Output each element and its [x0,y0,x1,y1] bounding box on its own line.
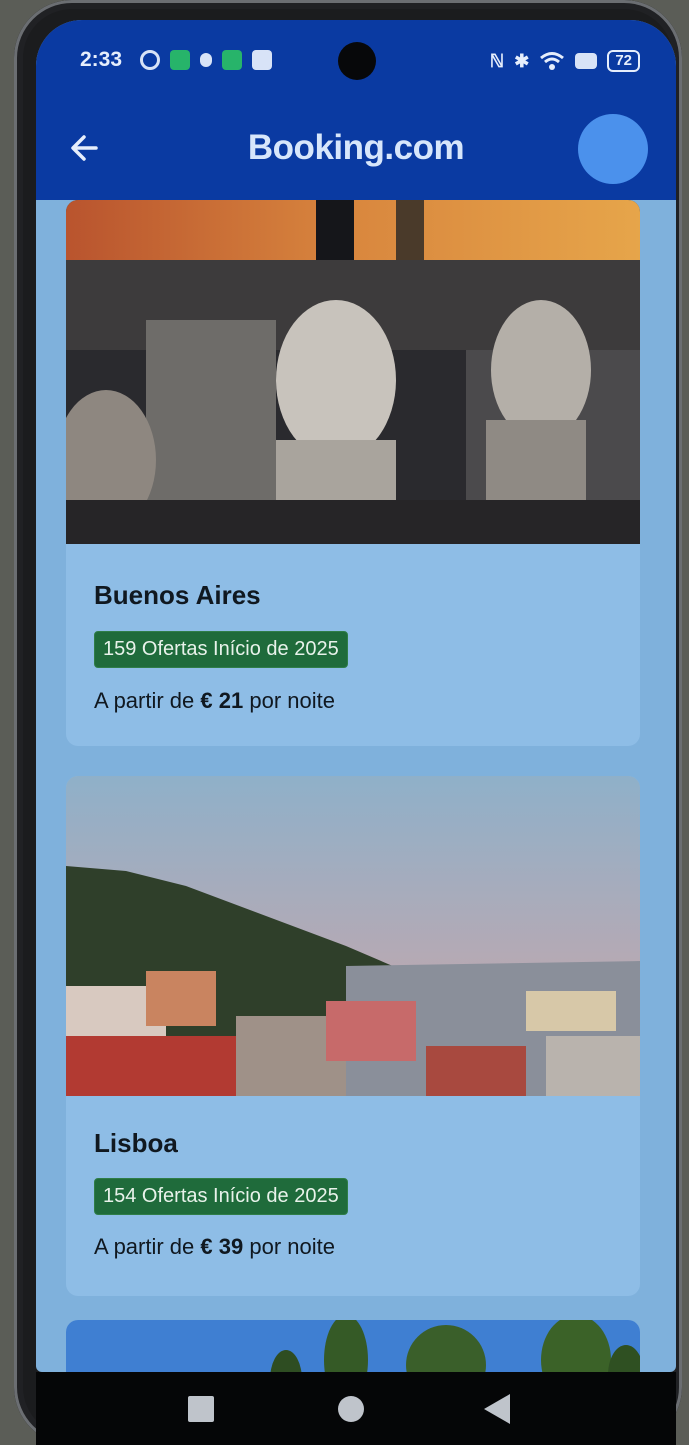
app-bar: Booking.com [36,108,676,200]
nfc-icon: ℕ [489,50,505,71]
avatar[interactable] [578,114,648,184]
app-notification-icon-2 [222,50,242,70]
message-icon [252,50,272,70]
battery-indicator: 72 [607,50,640,72]
bug-icon [200,53,212,67]
destination-photo [66,776,640,1096]
signal-off-icon [575,53,598,69]
screen: 2:33 ℕ ✱ 72 Booking.com Buenos Aires 159… [36,20,676,1372]
app-notification-icon [170,50,190,70]
destination-title: Lisboa [94,1128,178,1158]
price-line: A partir de € 21 por noite [94,688,335,713]
home-icon[interactable] [338,1396,364,1422]
offers-badge: 154 Ofertas Início de 2025 [94,1178,348,1215]
destination-card-lisboa[interactable]: Lisboa 154 Ofertas Início de 2025 A part… [66,776,640,1296]
status-time: 2:33 [80,48,123,71]
price-value: € 39 [200,1234,244,1259]
system-nav-bar [36,1372,676,1445]
settings-status-icon [140,50,160,70]
destination-photo [66,200,640,544]
destination-card-next[interactable] [66,1320,640,1372]
price-value: € 21 [200,688,244,713]
recents-icon[interactable] [188,1396,214,1422]
destination-title: Buenos Aires [94,580,261,610]
back-icon[interactable] [484,1394,510,1424]
destination-card-buenos-aires[interactable]: Buenos Aires 159 Ofertas Início de 2025 … [66,200,640,746]
bluetooth-icon: ✱ [514,50,530,71]
front-camera [338,42,376,80]
offers-badge: 159 Ofertas Início de 2025 [94,631,348,668]
price-line: A partir de € 39 por noite [94,1234,335,1259]
wifi-icon [540,52,565,70]
destinations-list: Buenos Aires 159 Ofertas Início de 2025 … [36,200,676,1372]
destination-photo [66,1320,640,1372]
status-bar: 2:33 ℕ ✱ 72 [36,20,676,108]
